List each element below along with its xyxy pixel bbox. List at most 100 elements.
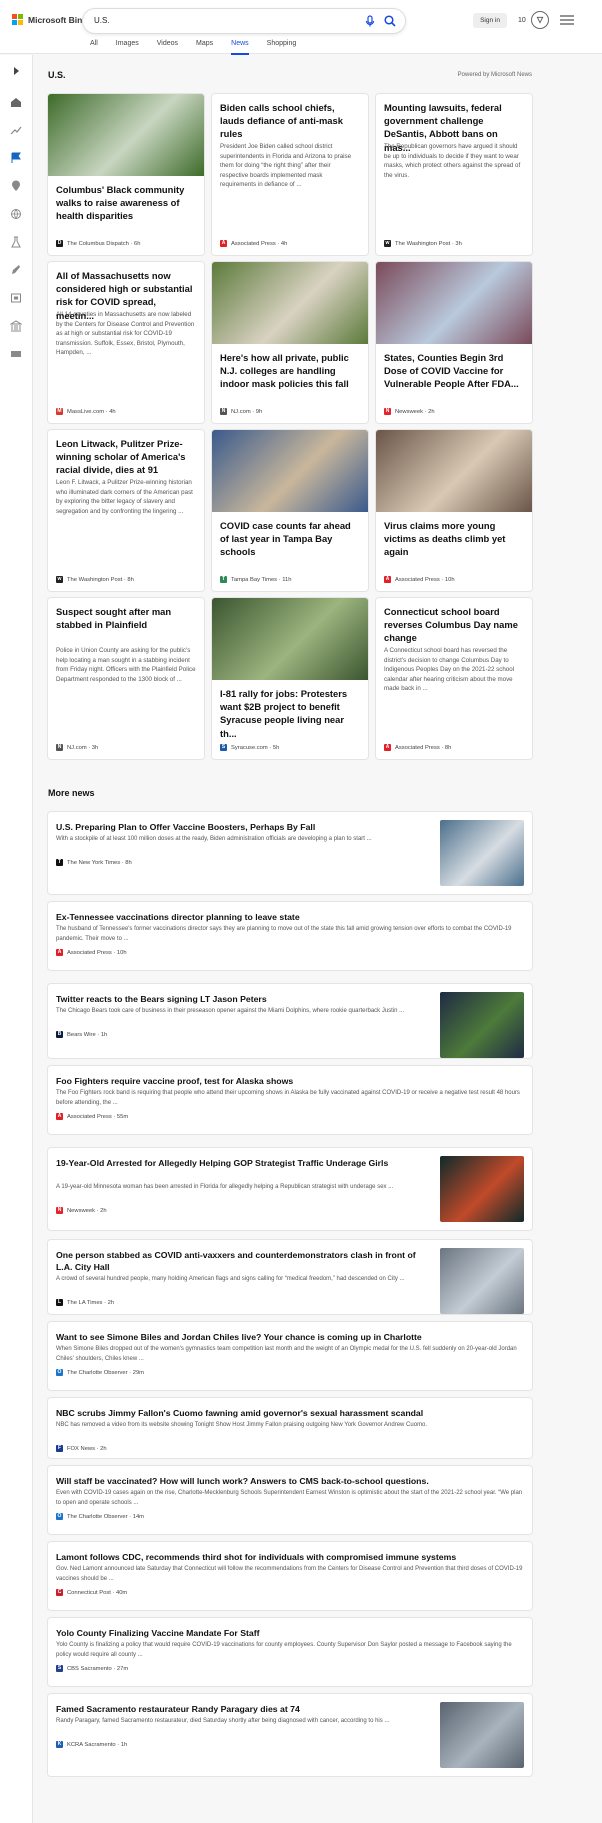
bing-logo[interactable]: Microsoft Bing (12, 14, 88, 25)
news-card[interactable]: States, Counties Begin 3rd Dose of COVID… (376, 262, 532, 423)
news-thumbnail[interactable] (212, 262, 368, 344)
news-source[interactable]: A Associated Press · 55m (56, 1113, 128, 1120)
news-source[interactable]: N Newsweek · 2h (56, 1207, 107, 1214)
news-source[interactable]: N NJ.com · 3h (56, 744, 98, 751)
news-card[interactable]: COVID case counts far ahead of last year… (212, 430, 368, 591)
news-thumbnail[interactable] (440, 1702, 524, 1768)
us-flag-icon[interactable] (10, 152, 22, 164)
news-card[interactable]: Columbus' Black community walks to raise… (48, 94, 204, 255)
news-source[interactable]: B Bears Wire · 1h (56, 1031, 107, 1038)
news-thumbnail[interactable] (440, 1156, 524, 1222)
search-value[interactable]: U.S. (94, 16, 110, 25)
news-source[interactable]: K KCRA Sacramento · 1h (56, 1741, 127, 1748)
more-news-headline[interactable]: Twitter reacts to the Bears signing LT J… (56, 993, 428, 1005)
rewards-icon[interactable] (531, 11, 549, 29)
news-card[interactable]: Biden calls school chiefs, lauds defianc… (212, 94, 368, 255)
science-icon[interactable] (10, 236, 22, 248)
news-thumbnail[interactable] (212, 430, 368, 512)
news-source[interactable]: A Associated Press · 10h (56, 949, 127, 956)
more-news-headline[interactable]: U.S. Preparing Plan to Offer Vaccine Boo… (56, 821, 428, 833)
news-source[interactable]: O The Charlotte Observer · 29m (56, 1369, 144, 1376)
news-thumbnail[interactable] (440, 992, 524, 1058)
more-news-headline[interactable]: Want to see Simone Biles and Jordan Chil… (56, 1331, 524, 1343)
more-news-item[interactable]: Foo Fighters require vaccine proof, test… (48, 1066, 532, 1134)
more-news-headline[interactable]: Lamont follows CDC, recommends third sho… (56, 1551, 524, 1563)
news-card[interactable]: Connecticut school board reverses Columb… (376, 598, 532, 759)
news-card[interactable]: Virus claims more young victims as death… (376, 430, 532, 591)
rocket-icon[interactable] (10, 264, 22, 276)
more-news-item[interactable]: NBC scrubs Jimmy Fallon's Cuomo fawning … (48, 1398, 532, 1458)
home-icon[interactable] (10, 96, 22, 108)
news-thumbnail[interactable] (376, 262, 532, 344)
news-card[interactable]: Suspect sought after man stabbed in Plai… (48, 598, 204, 759)
more-news-headline[interactable]: Yolo County Finalizing Vaccine Mandate F… (56, 1627, 524, 1639)
news-thumbnail[interactable] (440, 1248, 524, 1314)
more-news-headline[interactable]: NBC scrubs Jimmy Fallon's Cuomo fawning … (56, 1407, 524, 1419)
more-news-headline[interactable]: 19-Year-Old Arrested for Allegedly Helpi… (56, 1157, 428, 1169)
tab-all[interactable]: All (90, 40, 98, 53)
card-headline[interactable]: Biden calls school chiefs, lauds defianc… (220, 101, 360, 141)
card-headline[interactable]: Virus claims more young victims as death… (384, 519, 524, 559)
news-source[interactable]: F FOX News · 2h (56, 1445, 107, 1452)
news-source[interactable]: L The LA Times · 2h (56, 1299, 114, 1306)
powered-by[interactable]: Powered by Microsoft News (458, 72, 532, 78)
globe-icon[interactable] (10, 208, 22, 220)
bank-icon[interactable] (10, 320, 22, 332)
more-news-item[interactable]: Lamont follows CDC, recommends third sho… (48, 1542, 532, 1610)
news-thumbnail[interactable] (440, 820, 524, 886)
card-headline[interactable]: Suspect sought after man stabbed in Plai… (56, 605, 196, 631)
card-headline[interactable]: Leon Litwack, Pulitzer Prize-winning sch… (56, 437, 196, 477)
more-news-headline[interactable]: Famed Sacramento restaurateur Randy Para… (56, 1703, 428, 1715)
tab-maps[interactable]: Maps (196, 40, 213, 53)
news-source[interactable]: N NJ.com · 9h (220, 408, 262, 415)
news-source[interactable]: C Connecticut Post · 40m (56, 1589, 127, 1596)
more-news-headline[interactable]: Will staff be vaccinated? How will lunch… (56, 1475, 524, 1487)
more-news-item[interactable]: Will staff be vaccinated? How will lunch… (48, 1466, 532, 1534)
news-source[interactable]: S Syracuse.com · 5h (220, 744, 279, 751)
news-source[interactable]: M MassLive.com · 4h (56, 408, 116, 415)
tab-news[interactable]: News (231, 40, 249, 55)
card-headline[interactable]: I-81 rally for jobs: Protesters want $2B… (220, 687, 360, 740)
microphone-icon[interactable] (363, 14, 377, 28)
news-source[interactable]: N Newsweek · 2h (384, 408, 435, 415)
news-card[interactable]: All of Massachusetts now considered high… (48, 262, 204, 423)
news-source[interactable]: w The Washington Post · 3h (384, 240, 462, 247)
card-headline[interactable]: States, Counties Begin 3rd Dose of COVID… (384, 351, 524, 391)
search-input[interactable]: U.S. (83, 9, 405, 33)
news-card[interactable]: Here's how all private, public N.J. coll… (212, 262, 368, 423)
news-source[interactable]: O The Charlotte Observer · 14m (56, 1513, 144, 1520)
location-icon[interactable] (10, 180, 22, 192)
hamburger-menu-icon[interactable] (560, 15, 574, 25)
news-thumbnail[interactable] (376, 430, 532, 512)
more-news-headline[interactable]: Ex-Tennessee vaccinations director plann… (56, 911, 524, 923)
news-source[interactable]: S CBS Sacramento · 27m (56, 1665, 128, 1672)
news-card[interactable]: Leon Litwack, Pulitzer Prize-winning sch… (48, 430, 204, 591)
more-news-item[interactable]: Twitter reacts to the Bears signing LT J… (48, 984, 532, 1058)
news-source[interactable]: A Associated Press · 4h (220, 240, 287, 247)
tab-shopping[interactable]: Shopping (267, 40, 297, 53)
news-source[interactable]: A Associated Press · 8h (384, 744, 451, 751)
news-source[interactable]: T Tampa Bay Times · 11h (220, 576, 291, 583)
news-source[interactable]: w The Washington Post · 8h (56, 576, 134, 583)
card-icon[interactable] (10, 348, 22, 360)
news-thumbnail[interactable] (48, 94, 204, 176)
more-news-item[interactable]: Famed Sacramento restaurateur Randy Para… (48, 1694, 532, 1776)
news-source[interactable]: T The New York Times · 8h (56, 859, 132, 866)
more-news-item[interactable]: Want to see Simone Biles and Jordan Chil… (48, 1322, 532, 1390)
tab-images[interactable]: Images (116, 40, 139, 53)
more-news-item[interactable]: Ex-Tennessee vaccinations director plann… (48, 902, 532, 970)
news-card[interactable]: Mounting lawsuits, federal government ch… (376, 94, 532, 255)
more-news-item[interactable]: Yolo County Finalizing Vaccine Mandate F… (48, 1618, 532, 1686)
expand-sidebar-icon[interactable] (10, 65, 22, 77)
card-headline[interactable]: Here's how all private, public N.J. coll… (220, 351, 360, 391)
news-source[interactable]: A Associated Press · 10h (384, 576, 455, 583)
news-source[interactable]: D The Columbus Dispatch · 6h (56, 240, 140, 247)
news-thumbnail[interactable] (212, 598, 368, 680)
trending-icon[interactable] (10, 124, 22, 136)
entertainment-icon[interactable] (10, 292, 22, 304)
more-news-item[interactable]: U.S. Preparing Plan to Offer Vaccine Boo… (48, 812, 532, 894)
card-headline[interactable]: Columbus' Black community walks to raise… (56, 183, 196, 223)
rewards-count[interactable]: 10 (518, 14, 526, 27)
sign-in-button[interactable]: Sign in (473, 13, 507, 28)
news-card[interactable]: I-81 rally for jobs: Protesters want $2B… (212, 598, 368, 759)
